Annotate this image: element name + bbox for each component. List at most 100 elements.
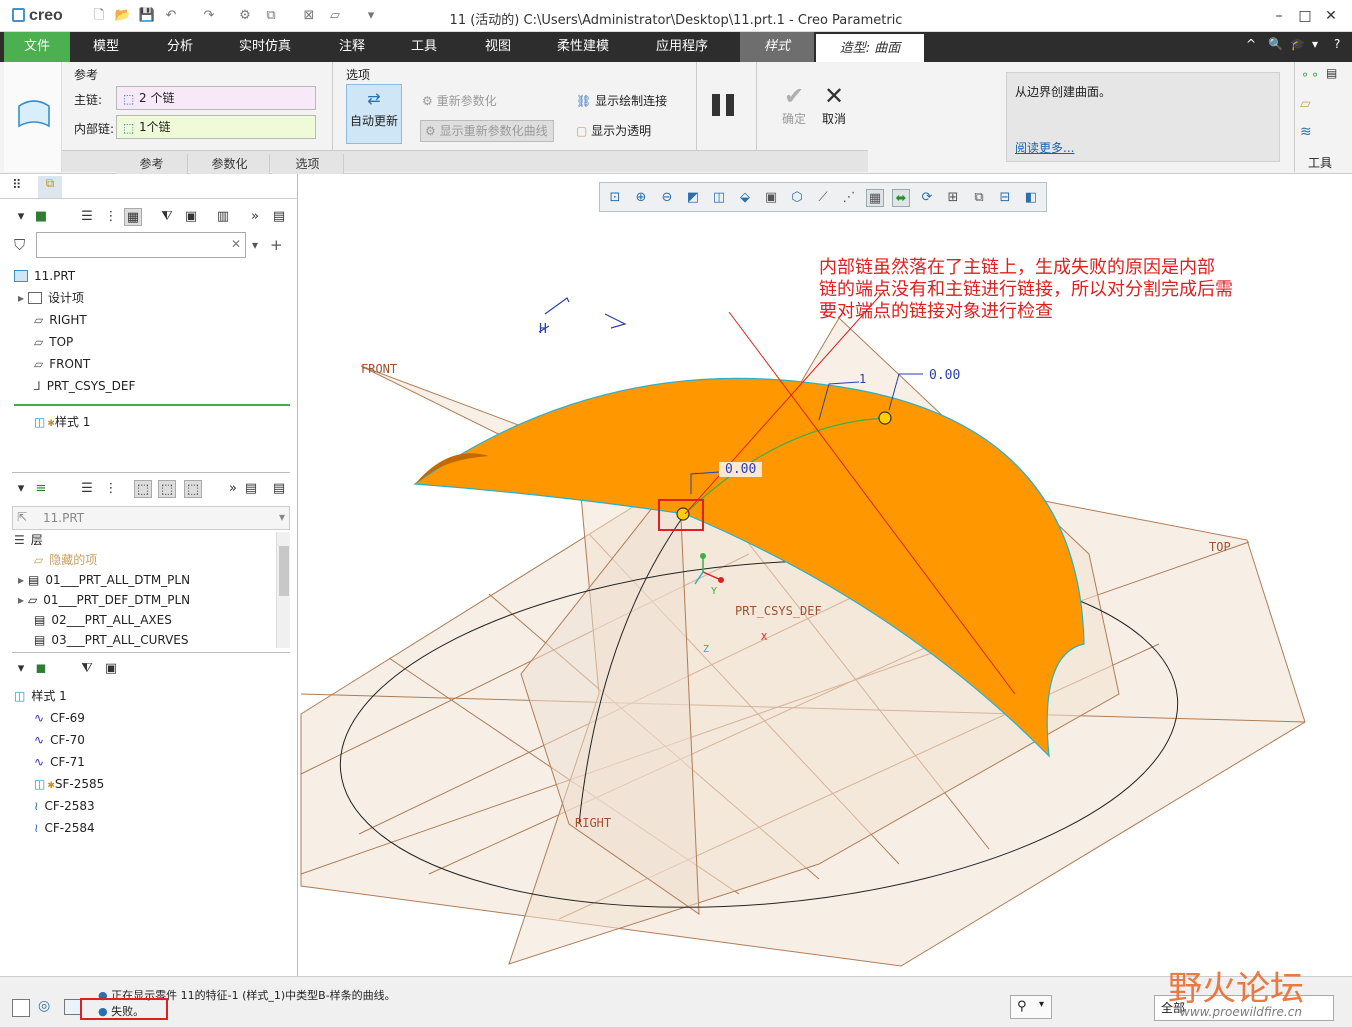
internal-chain-collector[interactable]: ⬚ 1个链 — [116, 115, 316, 139]
help-icon[interactable]: ? — [1334, 37, 1340, 51]
dropdown-icon[interactable]: ▾ — [1312, 37, 1318, 51]
cancel-button[interactable]: ✕ 取消 — [816, 82, 852, 127]
expand-icon[interactable]: ▸ — [18, 573, 24, 587]
expand-icon[interactable]: ▸ — [18, 593, 24, 607]
tab-flexible-modeling[interactable]: 柔性建模 — [546, 32, 620, 62]
tree-filter-icon[interactable]: ⧨ — [78, 660, 96, 678]
display-style-icon[interactable]: ▱ — [326, 8, 344, 24]
style-item[interactable]: ≀ CF-2584 — [34, 818, 95, 838]
redo-icon[interactable]: ↷ — [200, 8, 218, 24]
style-item[interactable]: ∿ CF-71 — [34, 752, 85, 772]
dimension-label[interactable]: 0.00 — [719, 462, 763, 477]
graph-tool-icon[interactable]: ▤ — [1326, 66, 1337, 80]
tab-analysis[interactable]: 分析 — [150, 32, 210, 62]
more-icon[interactable]: » — [224, 480, 242, 498]
collapse-icon[interactable]: ▾ — [12, 480, 30, 498]
dropdown-icon[interactable]: ▾ — [252, 238, 258, 252]
tab-style-surface[interactable]: 造型: 曲面 — [816, 32, 924, 62]
save-icon[interactable]: 💾 — [138, 8, 156, 24]
layer-hide-icon[interactable]: ⬚ — [158, 480, 176, 498]
ok-button[interactable]: ✔ 确定 — [776, 82, 812, 127]
customize-toolbar-icon[interactable]: ▾ — [362, 8, 380, 24]
scrollbar-thumb[interactable] — [279, 546, 289, 596]
tree-item-style1[interactable]: ◫ ✱样式 1 — [34, 412, 90, 432]
layers-icon[interactable]: ≡ — [32, 480, 50, 498]
style-tree-root[interactable]: ◫ 样式 1 — [14, 686, 67, 706]
dimension-label[interactable]: 1 — [859, 372, 866, 386]
layer-item[interactable]: ▤ 02___PRT_ALL_AXES — [34, 610, 172, 630]
clear-icon[interactable]: ✕ — [231, 237, 241, 251]
folder-browser-tab-icon[interactable]: ⧉ — [38, 176, 62, 198]
show-reparam-curve-toggle[interactable]: ⚙ 显示重新参数化曲线 — [420, 120, 554, 142]
layer-model-select[interactable]: ⇱ 11.PRT ▾ — [12, 506, 290, 530]
tree-item-csys[interactable]: ⅃ PRT_CSYS_DEF — [34, 376, 135, 396]
tree-settings-icon[interactable]: ▣ — [102, 660, 120, 678]
layer-item[interactable]: ▸ ▤ 01___PRT_ALL_DTM_PLN — [18, 570, 190, 590]
chain-endpoint[interactable] — [878, 411, 892, 425]
new-file-icon[interactable]: 🗋 — [90, 8, 108, 24]
layer-item[interactable]: ▤ 03___PRT_ALL_CURVES — [34, 630, 188, 650]
properties-icon[interactable]: ▤ — [270, 480, 288, 498]
curve-tool-icon[interactable]: ≋ — [1300, 124, 1312, 140]
tab-model[interactable]: 模型 — [76, 32, 136, 62]
layer-settings-icon[interactable]: ▤ — [242, 480, 260, 498]
regenerate-icon[interactable]: ⚙ — [236, 8, 254, 24]
learning-icon[interactable]: 🎓 — [1290, 37, 1305, 51]
chain-endpoint[interactable] — [676, 507, 690, 521]
tab-applications[interactable]: 应用程序 — [642, 32, 722, 62]
more-icon[interactable]: » — [246, 208, 264, 226]
close-button[interactable]: ✕ — [1318, 6, 1344, 26]
tree-expand-icon[interactable]: ⋮ — [102, 208, 120, 226]
dropdown-icon[interactable]: ▾ — [279, 510, 285, 524]
tab-annotate[interactable]: 注释 — [322, 32, 382, 62]
tree-settings-icon[interactable]: ▣ — [182, 208, 200, 226]
filter-icon[interactable]: ⛉ — [14, 236, 25, 254]
tab-view[interactable]: 视图 — [468, 32, 528, 62]
browser-icon[interactable]: ◎ — [38, 998, 50, 1014]
layer-scrollbar[interactable] — [276, 532, 290, 648]
layer-set-icon[interactable]: ⬚ — [134, 480, 152, 498]
tree-columns-icon[interactable]: ▦ — [124, 208, 142, 226]
tree-show-icon[interactable]: ▥ — [214, 208, 232, 226]
pause-button[interactable] — [712, 94, 738, 116]
tab-file[interactable]: 文件 — [4, 32, 70, 62]
style-item[interactable]: ∿ CF-69 — [34, 708, 85, 728]
layer-item-hidden[interactable]: ▱ 隐藏的项 — [34, 550, 97, 570]
dimension-label[interactable]: 0.00 — [929, 368, 960, 383]
model-icon[interactable]: ■ — [32, 208, 50, 226]
layer-props-icon[interactable]: ⬚ — [184, 480, 202, 498]
subtab-options[interactable]: 选项 — [272, 154, 344, 174]
style-tree-icon[interactable]: ◼ — [32, 660, 50, 678]
find-button[interactable]: ⚲ ▾ — [1010, 995, 1052, 1019]
tree-list-icon[interactable]: ☰ — [78, 480, 96, 498]
tree-root[interactable]: 11.PRT — [14, 266, 75, 286]
tab-style[interactable]: 样式 — [740, 32, 814, 62]
minimize-ribbon-icon[interactable]: ^ — [1246, 37, 1256, 51]
add-column-icon[interactable]: + — [270, 236, 283, 254]
plane-tool-icon[interactable]: ▱ — [1300, 96, 1311, 112]
read-more-link[interactable]: 阅读更多... — [1015, 139, 1074, 156]
subtab-references[interactable]: 参考 — [116, 154, 188, 174]
show-transparent-toggle[interactable]: ▢ 显示为透明 — [576, 122, 651, 139]
collapse-icon[interactable]: ▾ — [12, 660, 30, 678]
tree-item-design[interactable]: ▸ 设计项 — [18, 288, 84, 308]
graphics-viewport[interactable]: ⊡ ⊕ ⊖ ◩ ◫ ⬙ ▣ ⬡ ⟋ ⋰ ▦ ⬌ ⟳ ⊞ ⧉ ⊟ ◧ 内部链虽然落… — [299, 174, 1352, 976]
layer-item[interactable]: ▸ ▱ 01___PRT_DEF_DTM_PLN — [18, 590, 190, 610]
show-sketch-connection-toggle[interactable]: ⛓ 显示绘制连接 — [576, 92, 667, 109]
collapse-icon[interactable]: ▾ — [12, 208, 30, 226]
tree-search-input[interactable]: ✕ — [36, 232, 246, 258]
style-item[interactable]: ∿ CF-70 — [34, 730, 85, 750]
tree-filter-icon[interactable]: ⧨ — [158, 208, 176, 226]
tree-expand-icon[interactable]: ⋮ — [102, 480, 120, 498]
tree-item-right[interactable]: ▱ RIGHT — [34, 310, 87, 330]
tree-list-icon[interactable]: ☰ — [78, 208, 96, 226]
subtab-parameterization[interactable]: 参数化 — [190, 154, 270, 174]
properties-icon[interactable]: ▤ — [270, 208, 288, 226]
auto-update-button[interactable]: ⇄ 自动更新 — [346, 84, 402, 144]
close-window-icon[interactable]: ⊠ — [300, 8, 318, 24]
tab-tools[interactable]: 工具 — [394, 32, 454, 62]
main-chain-collector[interactable]: ⬚ 2 个链 — [116, 86, 316, 110]
tab-simulation[interactable]: 实时仿真 — [226, 32, 304, 62]
maximize-button[interactable]: □ — [1292, 6, 1318, 26]
selection-filter[interactable]: 全部 — [1154, 995, 1334, 1021]
